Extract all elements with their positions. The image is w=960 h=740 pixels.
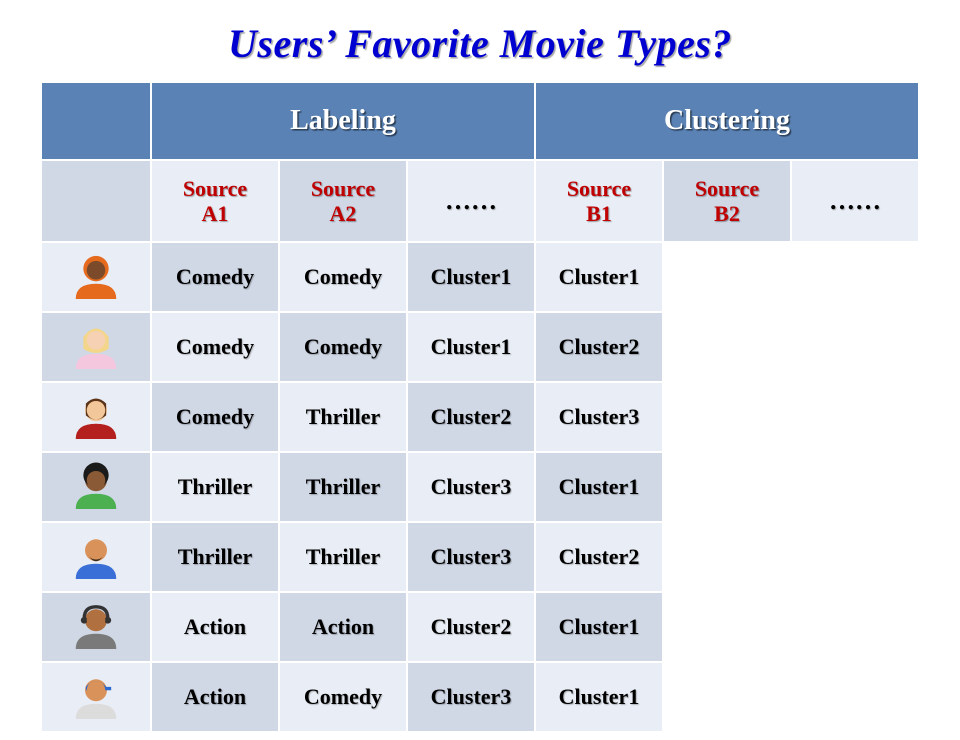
cell-a2: Thriller [279, 522, 407, 592]
cell-a1: Action [151, 592, 279, 662]
user-blue-beard-icon [42, 530, 150, 584]
cell-b2-label: Cluster1 [559, 264, 640, 289]
cell-a1: Comedy [151, 382, 279, 452]
cell-a1-label: Comedy [176, 264, 254, 289]
user-blue-cap-icon [42, 670, 150, 724]
cell-b1-label: Cluster3 [431, 474, 512, 499]
source-b1: SourceB1 [535, 160, 663, 242]
cell-a1: Comedy [151, 242, 279, 312]
user-red-brown-icon [42, 390, 150, 444]
table-row: Comedy Thriller Cluster2 Cluster3 [41, 382, 919, 452]
cell-b2: Cluster2 [535, 312, 663, 382]
ellipsis-label: …… [829, 186, 881, 215]
cell-a1-label: Comedy [176, 334, 254, 359]
user-orange-hood-icon [42, 250, 150, 304]
cell-b1: Cluster3 [407, 662, 535, 732]
table-row: Comedy Comedy Cluster1 Cluster1 [41, 242, 919, 312]
cell-a1-label: Action [184, 614, 246, 639]
cell-a1-label: Thriller [178, 544, 253, 569]
header-labeling: Labeling [151, 82, 535, 160]
cell-a1-label: Thriller [178, 474, 253, 499]
cell-b2: Cluster1 [535, 592, 663, 662]
cell-a2: Comedy [279, 662, 407, 732]
cell-b1-label: Cluster3 [431, 544, 512, 569]
source-b2-label: SourceB2 [664, 176, 790, 227]
source-a1: SourceA1 [151, 160, 279, 242]
cell-b2: Cluster3 [535, 382, 663, 452]
cell-a2: Comedy [279, 312, 407, 382]
header-blank [41, 82, 151, 160]
cell-b2-label: Cluster3 [559, 404, 640, 429]
cell-b2-label: Cluster2 [559, 334, 640, 359]
cell-b2: Cluster1 [535, 242, 663, 312]
user-green-afro-icon [42, 460, 150, 514]
cell-b2-label: Cluster1 [559, 684, 640, 709]
cell-a2: Comedy [279, 242, 407, 312]
cell-a1: Thriller [151, 522, 279, 592]
table-row: Thriller Thriller Cluster3 Cluster1 [41, 452, 919, 522]
source-b1-label: SourceB1 [536, 176, 662, 227]
clustering-ellipsis: …… [791, 160, 919, 242]
cell-a1: Thriller [151, 452, 279, 522]
avatar [41, 382, 151, 452]
cell-b2: Cluster2 [535, 522, 663, 592]
cell-b1: Cluster2 [407, 382, 535, 452]
avatar [41, 452, 151, 522]
cell-a1: Comedy [151, 312, 279, 382]
cell-b2: Cluster1 [535, 452, 663, 522]
cell-b1-label: Cluster1 [431, 264, 512, 289]
avatar [41, 242, 151, 312]
source-b2: SourceB2 [663, 160, 791, 242]
table-row: Action Comedy Cluster3 Cluster1 [41, 662, 919, 732]
user-pink-blonde-icon [42, 320, 150, 374]
cell-b1: Cluster3 [407, 452, 535, 522]
cell-a2-label: Comedy [304, 334, 382, 359]
cell-b1-label: Cluster2 [431, 614, 512, 639]
source-row: SourceA1 SourceA2 …… SourceB1 SourceB2 …… [41, 160, 919, 242]
page-title: Users’ Favorite Movie Types? [0, 20, 960, 67]
cell-a1-label: Comedy [176, 404, 254, 429]
cell-b1: Cluster3 [407, 522, 535, 592]
cell-a2: Thriller [279, 452, 407, 522]
header-clustering: Clustering [535, 82, 919, 160]
cell-b1-label: Cluster2 [431, 404, 512, 429]
header-clustering-label: Clustering [664, 105, 790, 136]
labeling-ellipsis: …… [407, 160, 535, 242]
avatar [41, 312, 151, 382]
cell-a2-label: Action [312, 614, 374, 639]
table-row: Action Action Cluster2 Cluster1 [41, 592, 919, 662]
source-a2: SourceA2 [279, 160, 407, 242]
avatar [41, 522, 151, 592]
cell-b2-label: Cluster1 [559, 614, 640, 639]
cell-a2: Thriller [279, 382, 407, 452]
cell-a2-label: Comedy [304, 264, 382, 289]
cell-b1: Cluster2 [407, 592, 535, 662]
avatar [41, 592, 151, 662]
cell-b2-label: Cluster2 [559, 544, 640, 569]
table-row: Thriller Thriller Cluster3 Cluster2 [41, 522, 919, 592]
cell-b1: Cluster1 [407, 242, 535, 312]
source-a2-label: SourceA2 [280, 176, 406, 227]
cell-b1-label: Cluster1 [431, 334, 512, 359]
cell-a1-label: Action [184, 684, 246, 709]
data-table: Labeling Clustering SourceA1 SourceA2 ……… [40, 81, 920, 733]
cell-a2-label: Thriller [306, 544, 381, 569]
cell-a2-label: Thriller [306, 404, 381, 429]
header-row: Labeling Clustering [41, 82, 919, 160]
source-a1-label: SourceA1 [152, 176, 278, 227]
cell-a1: Action [151, 662, 279, 732]
source-blank [41, 160, 151, 242]
ellipsis-label: …… [445, 186, 497, 215]
header-labeling-label: Labeling [290, 105, 396, 136]
avatar [41, 662, 151, 732]
cell-b1: Cluster1 [407, 312, 535, 382]
table-row: Comedy Comedy Cluster1 Cluster2 [41, 312, 919, 382]
cell-a2: Action [279, 592, 407, 662]
cell-b2: Cluster1 [535, 662, 663, 732]
cell-a2-label: Comedy [304, 684, 382, 709]
cell-b1-label: Cluster3 [431, 684, 512, 709]
cell-a2-label: Thriller [306, 474, 381, 499]
user-grey-headset-icon [42, 600, 150, 654]
cell-b2-label: Cluster1 [559, 474, 640, 499]
